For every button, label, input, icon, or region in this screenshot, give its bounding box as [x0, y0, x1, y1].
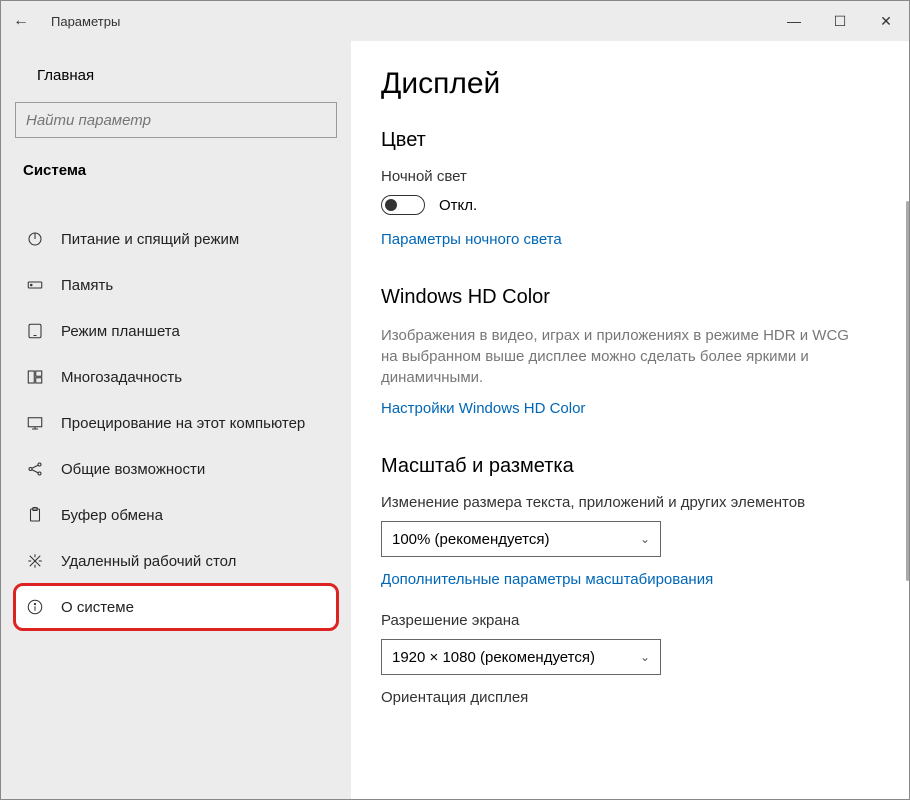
scale-label: Изменение размера текста, приложений и д… [381, 494, 869, 511]
resolution-label: Разрешение экрана [381, 612, 869, 629]
sidebar-item-projecting[interactable]: Проецирование на этот компьютер [15, 401, 337, 445]
nav-label: Режим планшета [61, 323, 180, 340]
sidebar: Главная Система Питание и спящий режим [1, 41, 351, 799]
section-scale-title: Масштаб и разметка [381, 455, 869, 478]
nav-list: Питание и спящий режим Память Режим план… [15, 191, 337, 629]
nav-label: Питание и спящий режим [61, 231, 239, 248]
resolution-value: 1920 × 1080 (рекомендуется) [392, 649, 595, 666]
chevron-down-icon: ⌄ [640, 532, 650, 546]
nav-label: Буфер обмена [61, 507, 163, 524]
sidebar-item-partial[interactable] [15, 191, 337, 215]
maximize-button[interactable]: ☐ [817, 1, 863, 41]
back-button[interactable]: ← [1, 12, 41, 30]
tablet-icon [25, 321, 45, 341]
storage-icon [25, 275, 45, 295]
window-body: Главная Система Питание и спящий режим [1, 41, 909, 799]
sidebar-item-multitask[interactable]: Многозадачность [15, 355, 337, 399]
advanced-scale-link[interactable]: Дополнительные параметры масштабирования [381, 571, 713, 588]
sidebar-item-tablet[interactable]: Режим планшета [15, 309, 337, 353]
power-icon [25, 229, 45, 249]
sidebar-item-shared[interactable]: Общие возможности [15, 447, 337, 491]
search-box[interactable] [15, 102, 337, 138]
sidebar-item-power[interactable]: Питание и спящий режим [15, 217, 337, 261]
toggle-state-label: Откл. [439, 197, 477, 214]
sidebar-item-clipboard[interactable]: Буфер обмена [15, 493, 337, 537]
sidebar-item-about[interactable]: О системе [15, 585, 337, 629]
about-icon [25, 597, 45, 617]
window-title: Параметры [51, 14, 120, 29]
search-input[interactable] [26, 112, 326, 129]
scale-value: 100% (рекомендуется) [392, 531, 549, 548]
multitask-icon [25, 367, 45, 387]
sidebar-item-remote[interactable]: Удаленный рабочий стол [15, 539, 337, 583]
sidebar-item-storage[interactable]: Память [15, 263, 337, 307]
nav-label: Проецирование на этот компьютер [61, 415, 305, 432]
nav-label: Удаленный рабочий стол [61, 553, 236, 570]
settings-window: ← Параметры — ☐ ✕ Главная Система [0, 0, 910, 800]
nav-label: Многозадачность [61, 369, 182, 386]
chevron-down-icon: ⌄ [640, 650, 650, 664]
main-content: Дисплей Цвет Ночной свет Откл. Параметры… [351, 41, 909, 799]
home-label: Главная [37, 67, 94, 84]
nav-label: О системе [61, 599, 134, 616]
night-light-toggle[interactable] [381, 195, 425, 215]
page-heading: Дисплей [381, 67, 869, 101]
remote-icon [25, 551, 45, 571]
section-hd-title: Windows HD Color [381, 286, 869, 309]
scale-dropdown[interactable]: 100% (рекомендуется) ⌄ [381, 521, 661, 557]
resolution-dropdown[interactable]: 1920 × 1080 (рекомендуется) ⌄ [381, 639, 661, 675]
shared-icon [25, 459, 45, 479]
toggle-knob [385, 199, 397, 211]
clipboard-icon [25, 505, 45, 525]
category-title: Система [15, 156, 337, 191]
section-color-title: Цвет [381, 129, 869, 152]
night-light-settings-link[interactable]: Параметры ночного света [381, 231, 562, 248]
scrollbar-thumb[interactable] [906, 201, 909, 581]
titlebar: ← Параметры — ☐ ✕ [1, 1, 909, 41]
nav-label: Память [61, 277, 113, 294]
orientation-label: Ориентация дисплея [381, 689, 869, 706]
night-light-label: Ночной свет [381, 168, 869, 185]
home-link[interactable]: Главная [15, 59, 337, 98]
night-light-toggle-row: Откл. [381, 195, 869, 215]
nav-label: Общие возможности [61, 461, 205, 478]
minimize-button[interactable]: — [771, 1, 817, 41]
projecting-icon [25, 413, 45, 433]
partial-icon [25, 193, 45, 213]
close-button[interactable]: ✕ [863, 1, 909, 41]
hd-description: Изображения в видео, играх и приложениях… [381, 325, 869, 388]
hd-settings-link[interactable]: Настройки Windows HD Color [381, 400, 585, 417]
window-controls: — ☐ ✕ [771, 1, 909, 41]
